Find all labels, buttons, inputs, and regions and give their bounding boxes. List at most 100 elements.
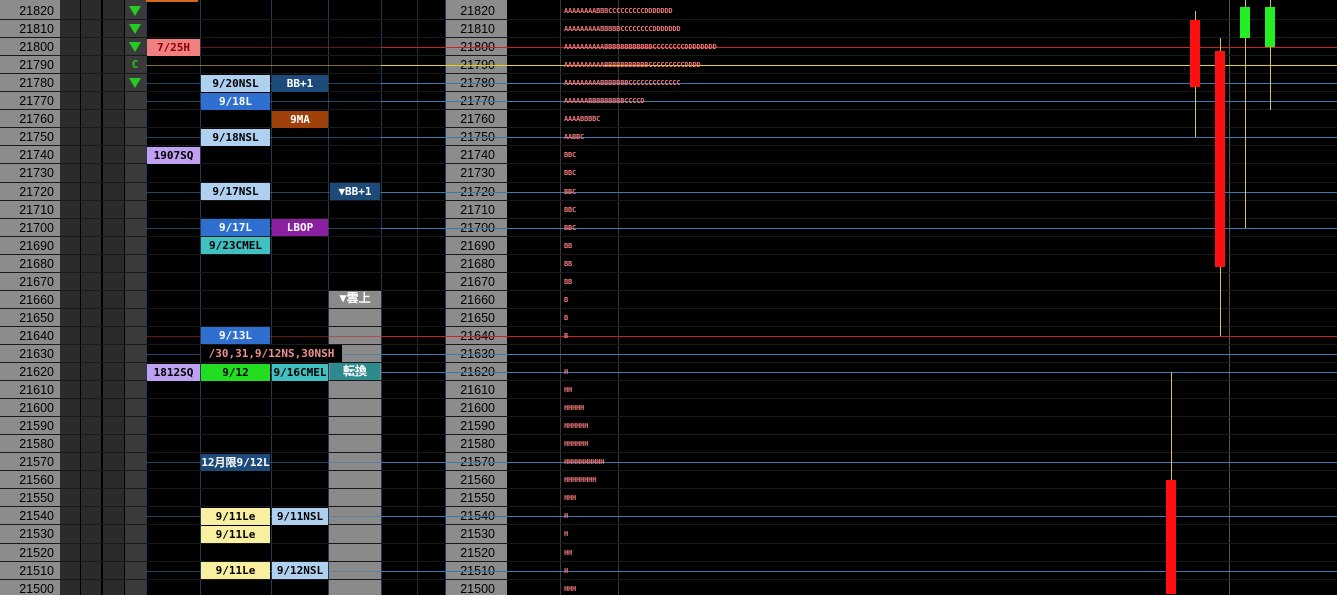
- level-label[interactable]: LBOP: [272, 219, 328, 237]
- level-line: [381, 101, 1337, 103]
- row-separator: [0, 488, 1337, 490]
- price-label-left: 21760: [19, 112, 54, 127]
- price-label-left: 21570: [19, 455, 54, 470]
- price-label-left: 21770: [19, 94, 54, 109]
- level-label[interactable]: 9/23CMEL: [201, 237, 270, 255]
- level-line-left: [146, 65, 381, 67]
- level-label[interactable]: 1812SQ: [147, 363, 200, 381]
- price-label-left: 21810: [19, 22, 54, 37]
- level-label[interactable]: ▼BB+1: [330, 183, 380, 200]
- price-label-left: 21730: [19, 166, 54, 181]
- tpo-row: BBC: [564, 169, 577, 178]
- level-line: [381, 227, 1337, 229]
- level-label[interactable]: 9/11NSL: [272, 507, 328, 525]
- price-label-right: 21810: [460, 22, 495, 37]
- level-label[interactable]: 9/17L: [201, 219, 270, 237]
- price-label-left: 21580: [19, 437, 54, 452]
- level-label[interactable]: 9/11Le: [201, 525, 270, 543]
- tpo-row: BB: [564, 277, 573, 286]
- price-label-right: 21580: [460, 437, 495, 452]
- tpo-row: AAAAAAAABBBCCCCCCCCCDDDDDDD: [564, 7, 673, 15]
- price-label-left: 21680: [19, 256, 54, 271]
- price-label-left: 21670: [19, 274, 54, 289]
- price-label-left: 21610: [19, 383, 54, 398]
- candle-body: [1265, 7, 1275, 48]
- level-label[interactable]: 9/20NSL: [201, 74, 270, 92]
- level-label[interactable]: 1907SQ: [147, 146, 200, 164]
- level-label[interactable]: 12月限9/12L: [201, 453, 270, 471]
- tpo-row: HHHHH: [564, 404, 585, 413]
- price-label-left: 21600: [19, 401, 54, 416]
- level-label[interactable]: 9/16CMEL: [272, 363, 328, 381]
- down-signal-icon: [129, 78, 141, 89]
- level-label[interactable]: /30,31,9/12NS,30NSH: [201, 345, 342, 363]
- price-label-right: 21760: [460, 112, 495, 127]
- level-label[interactable]: BB+1: [272, 74, 328, 92]
- tpo-row: HHH: [564, 494, 577, 503]
- price-label-left: 21790: [19, 58, 54, 73]
- row-separator: [0, 163, 1337, 165]
- price-label-left: 21750: [19, 130, 54, 145]
- tpo-row: AAAAAAAAABBBBBBBCCCCCCCCCCCCC: [564, 79, 681, 88]
- row-separator: [0, 416, 1337, 418]
- price-label-right: 21680: [460, 256, 495, 271]
- down-signal-icon: [129, 24, 141, 35]
- level-label[interactable]: 9/11Le: [201, 562, 270, 580]
- level-line: [381, 137, 1337, 139]
- price-label-left: 21530: [19, 527, 54, 542]
- level-label[interactable]: 9/12NSL: [272, 562, 328, 580]
- tpo-row: HHHHHH: [564, 422, 589, 431]
- tpo-row: HHHHHHHHHH: [564, 458, 605, 467]
- tpo-row: HH: [564, 548, 573, 557]
- price-label-left: 21700: [19, 220, 54, 235]
- price-label-left: 21800: [19, 40, 54, 55]
- price-label-left: 21820: [19, 4, 54, 18]
- level-label[interactable]: 9/12: [201, 363, 270, 381]
- tpo-row: B: [564, 295, 569, 304]
- tpo-row: AAAABBBBC: [564, 115, 601, 124]
- price-label-left: 21660: [19, 292, 54, 307]
- level-line: [381, 462, 1337, 464]
- level-label[interactable]: 9/18L: [201, 92, 270, 110]
- level-label[interactable]: 7/25H: [147, 38, 200, 56]
- price-label-left: 21500: [19, 581, 54, 595]
- tpo-row: BB: [564, 259, 573, 268]
- tpo-row: H: [564, 530, 569, 539]
- candle-body: [1240, 7, 1250, 39]
- price-label-left: 21630: [19, 346, 54, 361]
- level-label[interactable]: 9MA: [272, 110, 328, 128]
- tpo-row: B: [564, 313, 569, 322]
- price-label-right: 21670: [460, 274, 495, 289]
- price-label-left: 21520: [19, 545, 54, 560]
- level-line: [381, 191, 1337, 193]
- price-label-right: 21610: [460, 383, 495, 398]
- tpo-row: HHHHHH: [564, 440, 589, 449]
- price-label-left: 21690: [19, 238, 54, 253]
- price-label-left: 21650: [19, 310, 54, 325]
- level-label[interactable]: 9/13L: [201, 327, 270, 345]
- row-separator: [0, 434, 1337, 436]
- tpo-row: HH: [564, 386, 573, 395]
- row-separator: [0, 307, 1337, 309]
- price-label-left: 21510: [19, 563, 54, 578]
- candle-body: [1190, 20, 1200, 87]
- market-profile-window: ▼雲上 転換 21820 21820 21810 21810 21800 21800 217…: [0, 0, 1337, 595]
- level-line: [381, 372, 1337, 374]
- tpo-row: AAAAAABBBBBBBBBCCCCD: [564, 97, 645, 106]
- level-line: [381, 516, 1337, 518]
- tpo-row: AABBC: [564, 133, 585, 142]
- price-label-right: 21660: [460, 292, 495, 307]
- price-label-left: 21560: [19, 473, 54, 488]
- tpo-row: H: [564, 368, 569, 376]
- level-label[interactable]: 9/11Le: [201, 507, 270, 525]
- level-label[interactable]: 9/17NSL: [201, 183, 270, 200]
- candle-body: [1166, 480, 1176, 595]
- tpo-row: BBC: [564, 151, 577, 160]
- price-label-left: 21620: [19, 365, 54, 379]
- row-separator: [0, 271, 1337, 273]
- tpo-row: AAAAAAAAAABBBBBBBBBBBBCCCCCCCCDDDDDDDD: [564, 43, 717, 52]
- level-line: [381, 335, 1337, 337]
- signal-c-label: C: [131, 58, 139, 72]
- price-label-left: 21710: [19, 202, 54, 217]
- level-label[interactable]: 9/18NSL: [201, 128, 270, 146]
